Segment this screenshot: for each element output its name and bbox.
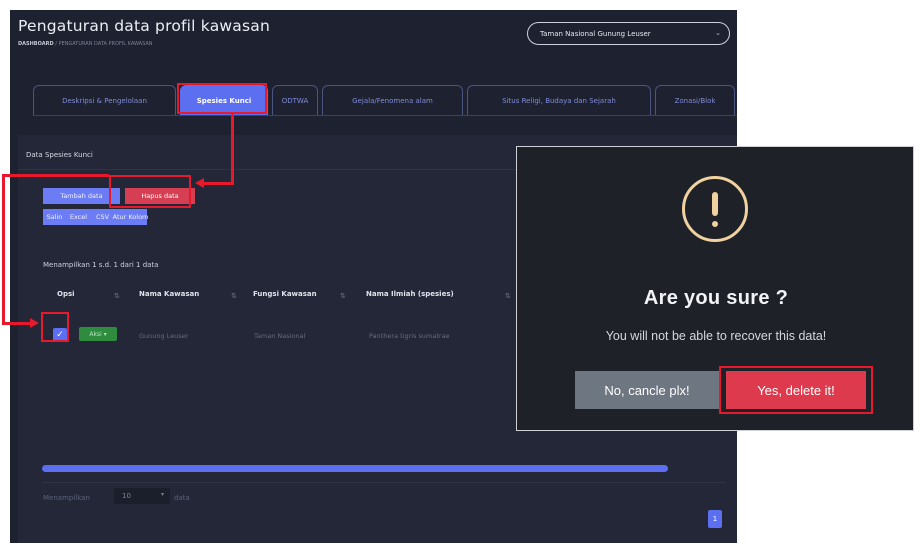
- region-select-value: Taman Nasional Gunung Leuser: [540, 29, 651, 38]
- arrow-line: [2, 322, 32, 325]
- tab-zonasi[interactable]: Zonasi/Blok: [655, 85, 735, 115]
- breadcrumb: DASHBOARD / PENGATURAN DATA PROFIL KAWAS…: [18, 41, 153, 47]
- exclamation-circle-icon: [682, 176, 748, 242]
- excel-button[interactable]: Excel: [66, 209, 91, 225]
- column-header-nama-ilmiah[interactable]: Nama Ilmiah (spesies): [366, 290, 454, 298]
- cell-nama-ilmiah: Panthera tigris sumatrae: [369, 332, 450, 340]
- column-visibility-button[interactable]: Atur Kolom: [113, 209, 148, 225]
- arrow-line: [2, 174, 109, 177]
- cancel-button[interactable]: No, cancle plx!: [575, 371, 719, 409]
- arrowhead-icon: [30, 318, 39, 328]
- sort-icon[interactable]: ⇅: [505, 292, 511, 300]
- footer-divider: [42, 482, 726, 483]
- csv-button[interactable]: CSV: [91, 209, 114, 225]
- tab-situs-religi[interactable]: Situs Religi, Budaya dan Sejarah: [467, 85, 651, 115]
- column-header-fungsi-kawasan[interactable]: Fungsi Kawasan: [253, 290, 317, 298]
- per-page-select[interactable]: 10 ▾: [114, 488, 170, 504]
- cell-nama-kawasan: Gunung Leuser: [139, 332, 189, 340]
- per-page-value: 10: [122, 492, 131, 500]
- card-title: Data Spesies Kunci: [26, 151, 93, 159]
- dialog-text: You will not be able to recover this dat…: [605, 329, 827, 343]
- per-page-suffix: data: [174, 494, 190, 502]
- tab-odtwa[interactable]: ODTWA: [272, 85, 318, 115]
- copy-button[interactable]: Salin: [43, 209, 66, 225]
- page-title: Pengaturan data profil kawasan: [18, 17, 270, 35]
- tab-highlight-box: [177, 83, 267, 114]
- breadcrumb-current: PENGATURAN DATA PROFIL KAWASAN: [58, 41, 153, 47]
- table-info: Menampilkan 1 s.d. 1 dari 1 data: [43, 261, 159, 269]
- sort-icon[interactable]: ⇅: [340, 292, 346, 300]
- tabs-divider: [33, 115, 737, 116]
- breadcrumb-home[interactable]: DASHBOARD: [18, 41, 54, 47]
- delete-highlight-box: [109, 175, 191, 208]
- row-action-dropdown[interactable]: Aksi ▾: [79, 327, 117, 341]
- arrowhead-icon: [195, 178, 204, 188]
- horizontal-scrollbar[interactable]: [42, 465, 668, 472]
- dialog-title: Are you sure ?: [643, 287, 789, 309]
- breadcrumb-separator: /: [55, 41, 57, 47]
- column-header-nama-kawasan[interactable]: Nama Kawasan: [139, 290, 199, 298]
- arrow-line: [2, 174, 5, 325]
- cell-fungsi-kawasan: Taman Nasional: [254, 332, 306, 340]
- sort-icon[interactable]: ⇅: [114, 292, 120, 300]
- sort-icon[interactable]: ⇅: [231, 292, 237, 300]
- chevron-down-icon: ⌄: [715, 29, 721, 37]
- region-select[interactable]: Taman Nasional Gunung Leuser ⌄: [527, 22, 730, 45]
- arrow-line: [231, 114, 234, 185]
- column-header-opsi[interactable]: Opsi: [57, 290, 75, 298]
- checkbox-highlight-box: [41, 312, 69, 342]
- confirm-highlight-box: [719, 366, 873, 414]
- tab-deskripsi[interactable]: Deskripsi & Pengelolaan: [33, 85, 176, 115]
- chevron-down-icon: ▾: [160, 491, 164, 498]
- pagination-page-button[interactable]: 1: [708, 510, 722, 528]
- arrow-line: [204, 182, 234, 185]
- tab-bar: Deskripsi & Pengelolaan Spesies Kunci OD…: [33, 85, 737, 115]
- per-page-label: Menampilkan: [43, 494, 90, 502]
- tab-gejala-fenomena[interactable]: Gejala/Fenomena alam: [322, 85, 463, 115]
